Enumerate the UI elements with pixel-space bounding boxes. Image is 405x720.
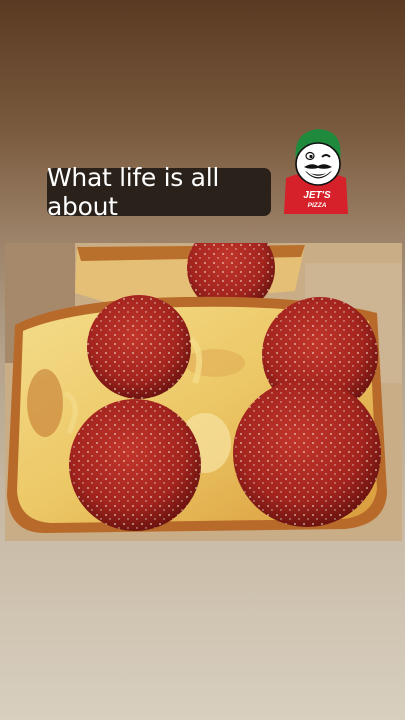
svg-text:PIZZA: PIZZA (308, 202, 327, 209)
caption-text: What life is all about (47, 163, 219, 221)
jets-pizza-logo-icon[interactable]: JET'S PIZZA (282, 126, 350, 216)
pizza-photo[interactable] (5, 243, 402, 541)
story-canvas: What life is all about JET'S PIZZA (0, 0, 405, 720)
caption-sticker[interactable]: What life is all about (47, 163, 271, 221)
svg-text:JET'S: JET'S (303, 190, 331, 201)
